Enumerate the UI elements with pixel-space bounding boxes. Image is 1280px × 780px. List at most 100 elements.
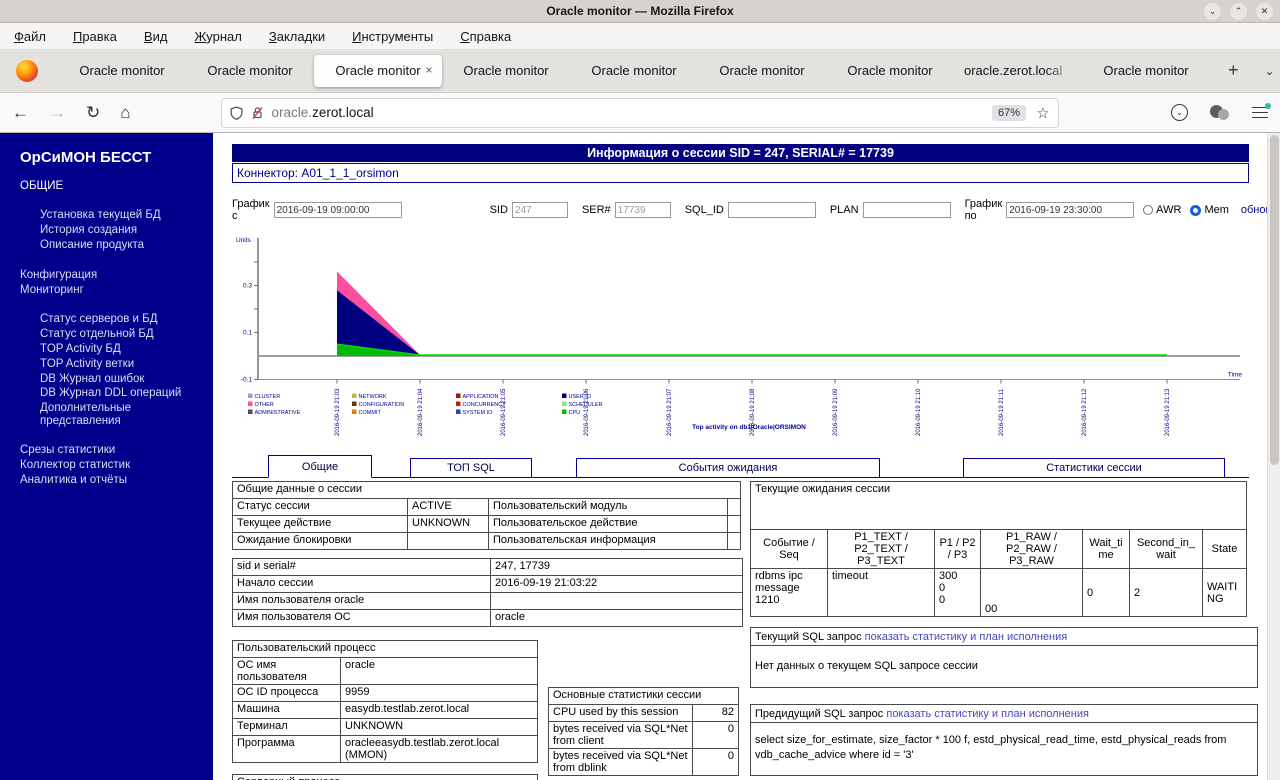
menu-Вид[interactable]: Вид [144, 29, 168, 44]
close-button[interactable]: ✕ [1256, 3, 1273, 20]
notification-dot [1265, 102, 1271, 109]
sidebar-item[interactable]: Конфигурация [20, 269, 207, 281]
sidebar-item[interactable]: Статус серверов и БД [40, 313, 207, 325]
cell: Текущее действие [232, 515, 408, 533]
svg-text:COMMIT: COMMIT [359, 410, 382, 416]
tab-Общие[interactable]: Общие [268, 455, 372, 478]
menu-Файл[interactable]: Файл [14, 29, 46, 44]
radio-Mem[interactable]: Mem [1190, 204, 1229, 216]
cell: Ожидание блокировки [232, 532, 408, 550]
area-OTHER [337, 271, 1167, 356]
list-all-tabs-button[interactable]: ⌄ [1265, 64, 1275, 78]
cell: WAITING [1201, 568, 1248, 617]
browser-tab[interactable]: Oracle monitor [698, 55, 826, 87]
sidebar-item[interactable]: Коллектор статистик [20, 459, 207, 471]
sidebar-item[interactable]: DB Журнал DDL операций [40, 387, 207, 399]
forward-button[interactable]: → [49, 103, 66, 123]
cell: Статус сессии [232, 498, 408, 516]
legend-swatch-USER IO [562, 393, 567, 398]
cell: Начало сессии [232, 575, 491, 593]
tab-close-icon[interactable]: × [421, 63, 437, 79]
sidebar-item[interactable]: DB Журнал ошибок [40, 373, 207, 385]
lock-insecure-icon[interactable] [251, 106, 264, 120]
ser-input[interactable] [614, 202, 671, 218]
table-row: Имя пользователя oracle [232, 592, 743, 610]
url-text[interactable]: oracle.zerot.local [272, 105, 374, 120]
zoom-level-badge[interactable]: 67% [992, 104, 1027, 121]
menu-Журнал[interactable]: Журнал [194, 29, 241, 44]
tab-События ожидания[interactable]: События ожидания [576, 458, 880, 478]
previous-sql-stats-link[interactable]: показать статистику и план исполнения [886, 708, 1089, 720]
sidebar-item[interactable]: Аналитика и отчёты [20, 474, 207, 486]
vertical-scrollbar[interactable] [1267, 133, 1280, 780]
legend-swatch-COMMIT [352, 409, 357, 414]
url-bar[interactable]: oracle.zerot.local 67% ☆ [220, 97, 1059, 128]
area-CPU [337, 344, 1167, 356]
sidebar-item[interactable]: Мониторинг [20, 284, 207, 296]
browser-tab[interactable]: Oracle monitor [570, 55, 698, 87]
scrollbar-thumb[interactable] [1270, 135, 1279, 465]
table-row: Начало сессии 2016-09-19 21:03:22 [232, 575, 743, 593]
url-subdomain: oracle. [271, 105, 313, 120]
menu-Закладки[interactable]: Закладки [269, 29, 325, 44]
radio-AWR[interactable]: AWR [1143, 204, 1181, 216]
maximize-button[interactable]: ⌃ [1230, 3, 1247, 20]
server-process-table: Серверный процесс [232, 774, 538, 780]
radio-AWR-circle[interactable] [1143, 205, 1154, 215]
current-sql-stats-link[interactable]: показать статистику и план исполнения [865, 631, 1068, 643]
sidebar-item[interactable]: TOP Activity БД [40, 343, 207, 355]
menu-Справка[interactable]: Справка [460, 29, 511, 44]
sidebar-item[interactable]: TOP Activity ветки [40, 358, 207, 370]
connector-link[interactable]: A01_1_1_orsimon [301, 166, 398, 180]
radio-Mem-circle[interactable] [1190, 204, 1202, 216]
browser-tab[interactable]: Oracle monitor [826, 55, 954, 87]
cell: ACTIVE [407, 498, 489, 516]
sidebar-item[interactable]: Описание продукта [40, 239, 207, 251]
browser-tab[interactable]: Oracle monitor [1082, 55, 1210, 87]
back-button[interactable]: ← [12, 103, 29, 123]
minimize-button[interactable]: ⌄ [1204, 3, 1221, 20]
plan-input[interactable] [862, 202, 951, 218]
plan-label: PLAN [829, 204, 859, 216]
cell: UNKNOWN [407, 515, 489, 533]
pocket-icon[interactable]: ⌄ [1171, 104, 1188, 121]
browser-tab-label: Oracle monitor [79, 62, 165, 78]
new-tab-button[interactable]: + [1228, 60, 1239, 81]
sid-input[interactable] [511, 202, 568, 218]
toolbar-right-cluster: ⌄ [1171, 102, 1271, 121]
sidebar-item[interactable]: Статус отдельной БД [40, 328, 207, 340]
home-button[interactable]: ⌂ [120, 103, 130, 123]
browser-tab[interactable]: Oracle monitor [442, 55, 570, 87]
reload-button[interactable]: ↻ [86, 103, 100, 123]
sql-id-input[interactable] [727, 202, 816, 218]
cell: Пользовательская информация [488, 532, 728, 550]
content-tabs: Общие ТОП SQL События ожидания Статистики с… [232, 453, 1249, 478]
cell: 0 [1082, 568, 1130, 617]
graph-from-input[interactable] [273, 202, 402, 218]
sidebar-title: ОрСиМОН БЕССТ [20, 149, 152, 166]
sidebar-item[interactable]: Установка текущей БД [40, 209, 207, 221]
graph-to-input[interactable] [1006, 202, 1135, 218]
menu-Правка[interactable]: Правка [73, 29, 117, 44]
cell: oracleeasydb.testlab.zerot.local (MMON) [340, 735, 538, 763]
svg-text:CPU: CPU [569, 410, 581, 416]
menu-Инструменты[interactable]: Инструменты [352, 29, 433, 44]
browser-tab[interactable]: Oracle monitor × [314, 54, 442, 87]
window-titlebar[interactable]: Oracle monitor — Mozilla Firefox ⌄ ⌃ ✕ [0, 0, 1280, 23]
browser-tab[interactable]: Oracle monitor [58, 55, 186, 87]
sidebar-item[interactable]: Срезы статистики [20, 444, 207, 456]
account-icon[interactable] [1210, 104, 1230, 121]
shield-icon[interactable] [230, 105, 243, 120]
tab-ТОП SQL[interactable]: ТОП SQL [410, 458, 532, 478]
browser-tab[interactable]: Oracle monitor [186, 55, 314, 87]
cell: rdbms ipc message 1210 [750, 568, 828, 617]
sidebar-item[interactable]: Дополнительные представления [40, 402, 207, 427]
sidebar-item[interactable]: История создания [40, 224, 207, 236]
table-row: rdbms ipc message 1210 timeout 300 0 0 00 0 2… [750, 568, 1248, 617]
cell: 82 [691, 704, 740, 722]
tab-Статистики сессии[interactable]: Статистики сессии [963, 458, 1225, 478]
bookmark-star-icon[interactable]: ☆ [1036, 104, 1049, 122]
browser-tab[interactable]: oracle.zerot.local [954, 55, 1082, 87]
menu-hamburger-icon[interactable] [1252, 102, 1271, 119]
table-row: Машина easydb.testlab.zerot.local [232, 701, 538, 719]
